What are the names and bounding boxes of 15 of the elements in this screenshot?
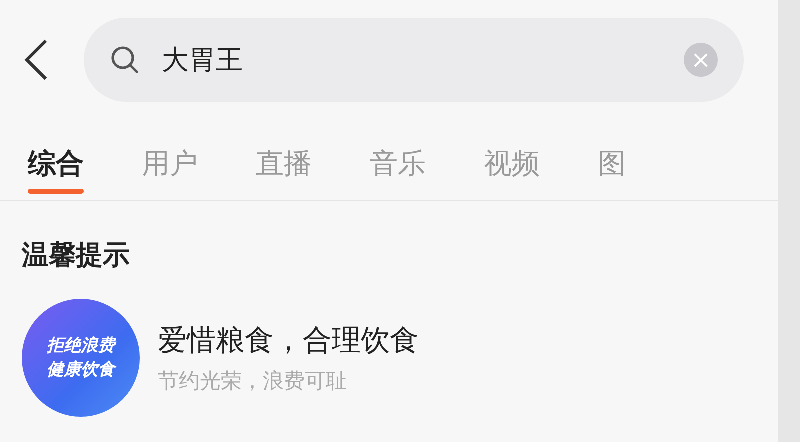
badge-text: 拒绝浪费 bbox=[47, 335, 115, 358]
search-icon bbox=[110, 45, 140, 75]
search-field[interactable]: 大胃王 × bbox=[84, 18, 744, 102]
section-title: 温馨提示 bbox=[20, 239, 131, 273]
tab[interactable]: 音乐 bbox=[370, 132, 426, 196]
tab[interactable]: 用户 bbox=[142, 132, 198, 196]
tip-subtitle: 节约光荣，浪费可耻 bbox=[158, 368, 348, 395]
clear-button[interactable]: × bbox=[684, 43, 718, 77]
tab[interactable]: 视频 bbox=[484, 132, 540, 196]
search-value: 大胃王 bbox=[162, 44, 244, 78]
tip-title[interactable]: 爱惜粮食，合理饮食 bbox=[158, 321, 419, 361]
tab[interactable]: 直播 bbox=[256, 132, 312, 196]
badge-text: 健康饮食 bbox=[47, 359, 115, 382]
tab[interactable]: 综合 bbox=[28, 132, 84, 196]
tab[interactable]: 图 bbox=[598, 132, 626, 196]
